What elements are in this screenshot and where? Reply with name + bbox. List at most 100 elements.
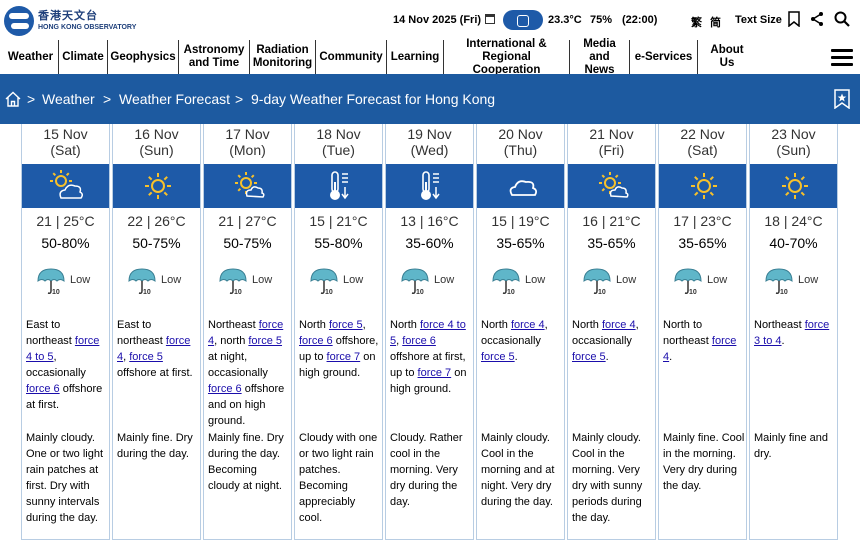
forecast-weather-description: Cloudy. Rather cool in the morning. Very… xyxy=(390,432,463,508)
probability-significant-rain[interactable]: 10 Low xyxy=(400,267,470,295)
umbrella-icon: 10 xyxy=(401,268,429,295)
sunny-icon xyxy=(145,173,171,199)
forecast-date: 17 Nov (Mon) xyxy=(204,126,291,158)
psr-label: Low xyxy=(616,274,637,286)
umbrella-icon: 10 xyxy=(583,268,611,295)
psr-label: Low xyxy=(343,274,364,286)
forecast-date: 21 Nov (Fri) xyxy=(568,126,655,158)
breadcrumb-weather-forecast[interactable]: Weather Forecast xyxy=(119,91,230,107)
forecast-date-weekday: (Fri) xyxy=(598,142,625,158)
forecast-wind: North force 4 to 5, force 6 offshore at … xyxy=(390,319,467,395)
beaufort-force-link[interactable]: force 5 xyxy=(481,351,515,363)
nav-learning[interactable]: Learning xyxy=(387,40,444,74)
beaufort-force-link[interactable]: force 4 xyxy=(663,335,736,363)
forecast-weather-description: Cloudy with one or two light rain patche… xyxy=(299,432,378,524)
forecast-date-day: 23 Nov xyxy=(771,126,816,142)
nav-astronomy-time[interactable]: Astronomy and Time xyxy=(179,40,250,74)
forecast-date-weekday: (Sun) xyxy=(776,142,811,158)
nav-community[interactable]: Community xyxy=(316,40,387,74)
forecast-day-card: 21 Nov (Fri) 16 | 21°C 35-65% 10 Low North for… xyxy=(567,124,656,540)
probability-significant-rain[interactable]: 10 Low xyxy=(36,267,106,295)
psr-label: Low xyxy=(798,274,819,286)
top-bar: 香港天文台 HONG KONG OBSERVATORY 14 Nov 2025 … xyxy=(0,0,860,40)
forecast-date-day: 20 Nov xyxy=(498,126,543,142)
forecast-humidity-range: 35-60% xyxy=(405,235,454,251)
forecast-icon-box xyxy=(568,164,655,208)
probability-significant-rain[interactable]: 10 Low xyxy=(764,267,834,295)
forecast-wind: Northeast force 3 to 4. xyxy=(754,319,830,347)
forecast-humidity-range: 50-75% xyxy=(132,235,181,251)
nav-media-news[interactable]: Media and News xyxy=(570,38,630,76)
beaufort-force-link[interactable]: force 5 xyxy=(572,351,606,363)
calendar-icon[interactable] xyxy=(485,14,495,24)
beaufort-force-link[interactable]: force 6 xyxy=(26,383,60,395)
forecast-day-card: 20 Nov (Thu) 15 | 19°C 35-65% 10 Low North for… xyxy=(476,124,565,540)
beaufort-force-link[interactable]: force 4 to 5 xyxy=(26,335,99,363)
lang-simplified-chinese-link[interactable]: 简 xyxy=(710,14,721,30)
beaufort-force-link[interactable]: force 6 xyxy=(208,383,242,395)
beaufort-force-link[interactable]: force 4 xyxy=(511,319,545,331)
forecast-humidity-range: 35-65% xyxy=(678,235,727,251)
breadcrumb-weather[interactable]: Weather xyxy=(42,91,95,107)
beaufort-force-link[interactable]: force 4 xyxy=(602,319,636,331)
forecast-day-card: 23 Nov (Sun) 18 | 24°C 40-70% 10 Low Northeast… xyxy=(749,124,838,540)
lang-traditional-chinese-link[interactable]: 繁 xyxy=(691,14,702,30)
bookmark-star-icon[interactable] xyxy=(834,89,850,109)
umbrella-icon: 10 xyxy=(128,268,156,295)
sunny-periods-icon xyxy=(599,172,629,198)
nav-weather[interactable]: Weather xyxy=(3,40,59,74)
hko-logo[interactable]: 香港天文台 HONG KONG OBSERVATORY xyxy=(4,6,136,36)
forecast-date-day: 17 Nov xyxy=(225,126,270,142)
beaufort-force-link[interactable]: force 6 xyxy=(299,335,333,347)
forecast-temperature-range: 15 | 21°C xyxy=(309,213,368,229)
text-size-button[interactable]: Text Size xyxy=(735,14,782,26)
umbrella-icon: 10 xyxy=(37,268,65,295)
warning-signal-button[interactable] xyxy=(503,10,543,30)
forecast-day-card: 18 Nov (Tue) 15 | 21°C 55-80% 10 Low North for… xyxy=(294,124,383,540)
current-humidity: 75% xyxy=(590,14,613,26)
forecast-date: 23 Nov (Sun) xyxy=(750,126,837,158)
nav-about-us[interactable]: About Us xyxy=(698,40,756,74)
forecast-weather-description: Mainly cloudy. Cool in the morning and a… xyxy=(481,432,555,508)
breadcrumb-separator: > xyxy=(103,91,112,107)
observation-time: (22:00) xyxy=(622,14,658,26)
forecast-weather-description: Mainly cloudy. Cool in the morning. Very… xyxy=(572,432,643,524)
menu-icon[interactable] xyxy=(831,49,853,66)
beaufort-force-link[interactable]: force 6 xyxy=(402,335,436,347)
nav-radiation-monitoring[interactable]: Radiation Monitoring xyxy=(250,40,316,74)
share-icon[interactable] xyxy=(810,11,824,27)
nav-climate[interactable]: Climate xyxy=(59,40,108,74)
forecast-date-day: 15 Nov xyxy=(43,126,88,142)
sunny-periods-cloudy-icon xyxy=(50,170,84,199)
probability-significant-rain[interactable]: 10 Low xyxy=(673,267,743,295)
probability-significant-rain[interactable]: 10 Low xyxy=(218,267,288,295)
umbrella-icon: 10 xyxy=(219,268,247,295)
forecast-humidity-range: 50-75% xyxy=(223,235,272,251)
nav-e-services[interactable]: e-Services xyxy=(630,40,698,74)
home-icon[interactable] xyxy=(5,91,21,107)
cold-icon xyxy=(330,171,349,200)
forecast-date-day: 21 Nov xyxy=(589,126,634,142)
beaufort-force-link[interactable]: force 7 xyxy=(418,367,452,379)
beaufort-force-link[interactable]: force 5 xyxy=(248,335,282,347)
nav-international-cooperation[interactable]: International & Regional Cooperation xyxy=(444,38,570,76)
umbrella-icon: 10 xyxy=(492,268,520,295)
nav-geophysics[interactable]: Geophysics xyxy=(108,40,179,74)
umbrella-icon: 10 xyxy=(310,268,338,295)
probability-significant-rain[interactable]: 10 Low xyxy=(309,267,379,295)
bookmark-icon[interactable] xyxy=(788,11,800,27)
beaufort-force-link[interactable]: force 3 to 4 xyxy=(754,319,829,347)
psr-label: Low xyxy=(70,274,91,286)
nine-day-forecast: 15 Nov (Sat) 21 | 25°C 50-80% 10 Low East to n… xyxy=(0,124,860,542)
beaufort-force-link[interactable]: force 5 xyxy=(329,319,363,331)
probability-significant-rain[interactable]: 10 Low xyxy=(491,267,561,295)
beaufort-force-link[interactable]: force 7 xyxy=(327,351,361,363)
current-date: 14 Nov 2025 (Fri) xyxy=(393,14,482,26)
forecast-temperature-range: 21 | 25°C xyxy=(36,213,95,229)
probability-significant-rain[interactable]: 10 Low xyxy=(127,267,197,295)
forecast-day-card: 16 Nov (Sun) 22 | 26°C 50-75% 10 Low East to n… xyxy=(112,124,201,540)
beaufort-force-link[interactable]: force 5 xyxy=(129,351,163,363)
umbrella-icon: 10 xyxy=(765,268,793,295)
probability-significant-rain[interactable]: 10 Low xyxy=(582,267,652,295)
search-icon[interactable] xyxy=(834,11,850,27)
